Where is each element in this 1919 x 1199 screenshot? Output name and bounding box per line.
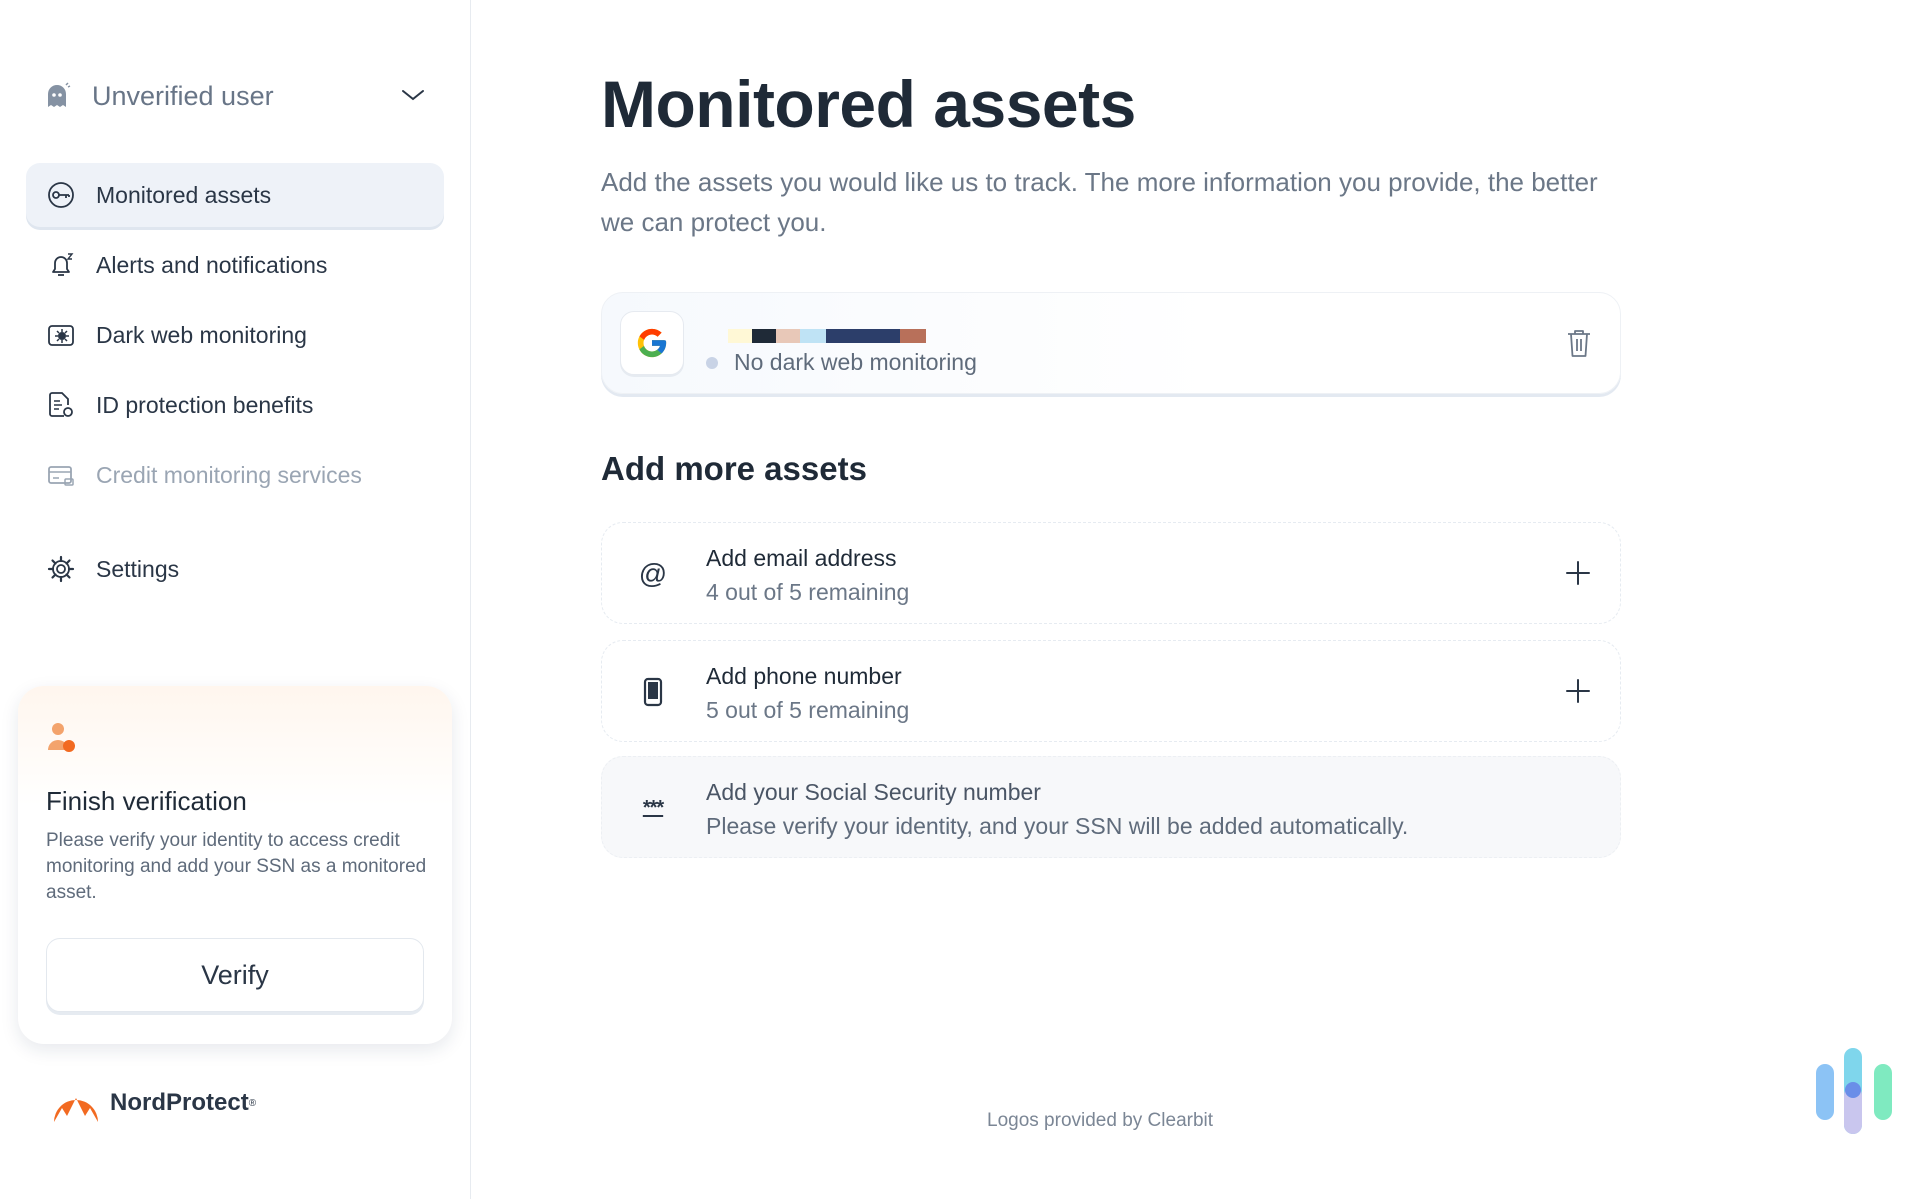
brand: NordProtect ® — [52, 1082, 256, 1124]
verification-card: Finish verification Please verify your i… — [18, 686, 452, 1044]
brand-name: NordProtect — [110, 1089, 249, 1117]
credit-card-lock-icon — [46, 460, 76, 490]
brand-mark: ® — [249, 1098, 256, 1109]
user-name: Unverified user — [92, 81, 274, 112]
plus-icon[interactable] — [1564, 677, 1592, 705]
sidebar-item-label: Settings — [96, 556, 179, 583]
at-icon: @ — [636, 557, 670, 591]
status-dot — [706, 357, 718, 369]
sidebar-item-label: Alerts and notifications — [96, 252, 327, 279]
add-email-title: Add email address — [706, 545, 897, 572]
nordprotect-logo-icon — [52, 1082, 100, 1124]
sidebar-item-credit-monitoring[interactable]: Credit monitoring services — [26, 443, 444, 507]
logos-attribution: Logos provided by Clearbit — [987, 1110, 1213, 1132]
masked-email — [728, 329, 958, 345]
key-icon — [46, 180, 76, 210]
sidebar-nav: Monitored assets Alerts and notification… — [26, 163, 444, 607]
verification-title: Finish verification — [46, 786, 247, 817]
add-phone-remaining: 5 out of 5 remaining — [706, 697, 909, 724]
add-ssn-description: Please verify your identity, and your SS… — [706, 813, 1408, 840]
monitored-asset-card[interactable]: No dark web monitoring — [601, 292, 1621, 394]
dark-web-icon — [46, 320, 76, 350]
ghost-user-icon — [42, 81, 72, 111]
sidebar-item-label: Monitored assets — [96, 182, 271, 209]
sidebar-item-settings[interactable]: Settings — [26, 537, 444, 601]
watermark-logo-icon — [1814, 1046, 1894, 1136]
status-text: No dark web monitoring — [734, 349, 977, 376]
add-ssn-card: *** Add your Social Security number Plea… — [601, 756, 1621, 858]
person-icon — [46, 720, 78, 756]
ssn-icon: *** — [636, 791, 670, 825]
phone-icon — [636, 675, 670, 709]
google-icon — [620, 311, 684, 375]
verification-description: Please verify your identity to access cr… — [46, 828, 438, 906]
add-email-remaining: 4 out of 5 remaining — [706, 579, 909, 606]
sidebar: Unverified user Monitored assets Alerts … — [0, 0, 471, 1199]
gear-icon — [46, 554, 76, 584]
add-email-card[interactable]: @ Add email address 4 out of 5 remaining — [601, 522, 1621, 624]
sidebar-item-id-protection[interactable]: ID protection benefits — [26, 373, 444, 437]
sidebar-item-monitored-assets[interactable]: Monitored assets — [26, 163, 444, 227]
sidebar-item-label: Credit monitoring services — [96, 462, 362, 489]
monitoring-status: No dark web monitoring — [706, 349, 977, 376]
document-shield-icon — [46, 390, 76, 420]
trash-icon[interactable] — [1564, 327, 1594, 359]
user-menu[interactable]: Unverified user — [42, 76, 434, 116]
plus-icon[interactable] — [1564, 559, 1592, 587]
bell-icon — [46, 250, 76, 280]
verify-button[interactable]: Verify — [46, 938, 424, 1012]
main-content: Monitored assets Add the assets you woul… — [601, 0, 1621, 1199]
add-phone-card[interactable]: Add phone number 5 out of 5 remaining — [601, 640, 1621, 742]
page-title: Monitored assets — [601, 66, 1136, 142]
sidebar-item-dark-web[interactable]: Dark web monitoring — [26, 303, 444, 367]
add-more-assets-title: Add more assets — [601, 450, 867, 488]
add-phone-title: Add phone number — [706, 663, 902, 690]
add-ssn-title: Add your Social Security number — [706, 779, 1041, 806]
sidebar-item-label: Dark web monitoring — [96, 322, 307, 349]
page-subtitle: Add the assets you would like us to trac… — [601, 162, 1601, 242]
chevron-down-icon[interactable] — [400, 82, 426, 108]
sidebar-item-alerts[interactable]: Alerts and notifications — [26, 233, 444, 297]
sidebar-item-label: ID protection benefits — [96, 392, 313, 419]
